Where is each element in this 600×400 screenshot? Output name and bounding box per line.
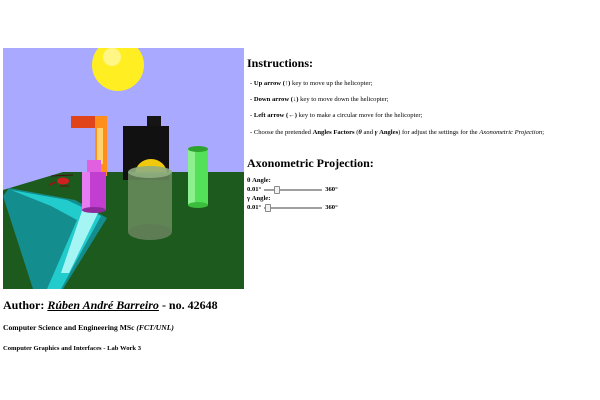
key-name: Left arrow [253, 112, 285, 120]
and-text: and [361, 128, 375, 136]
degree-heading: Computer Science and Engineering MSc (FC… [3, 323, 174, 332]
theta-max-label: 360° [325, 186, 338, 194]
semicolon: ; [542, 128, 545, 136]
key-name: Down arrow [253, 96, 290, 104]
instruction-left: - Left arrow (←) key to make a circular … [250, 112, 597, 120]
institution-text: (FCT/UNL) [136, 323, 174, 332]
theta-angle-label: θ Angle: [247, 176, 271, 184]
key-name: Up arrow [253, 80, 282, 87]
instruction-angles: - Choose the pretended Angles Factors (θ… [250, 129, 597, 137]
student-number: - no. 42648 [158, 298, 218, 312]
gamma-max-label: 360° [325, 204, 338, 212]
gamma-slider-row: 0.01° 360° [247, 203, 597, 213]
theta-min-label: 0.01° [247, 186, 262, 194]
theta-slider-row: 0.01° 360° [247, 185, 597, 195]
instructions-list: - Up arrow (↑) key to move up the helico… [247, 80, 597, 137]
arrow-left-icon: (←) [285, 112, 297, 120]
slider-thumb[interactable] [265, 203, 272, 212]
course-heading: Computer Graphics and Interfaces - Lab W… [3, 345, 142, 352]
instruction-up: - Up arrow (↑) key to move up the helico… [250, 80, 597, 88]
instructions-title: Instructions: [247, 56, 314, 70]
instruction-text: key to move up the helicopter; [290, 80, 373, 87]
axonometric-projection-label: Axonometric Projection [479, 128, 543, 136]
gamma-angle-slider[interactable] [264, 203, 323, 213]
transparent-cylinder [128, 166, 172, 240]
instruction-text: ) for adjust the settings for the [398, 128, 480, 136]
scene-canvas[interactable] [3, 48, 244, 289]
slider-track [264, 206, 323, 209]
green-cylinder [188, 146, 208, 208]
author-prefix: Author: [3, 298, 48, 312]
gamma-angle-label: γ Angle: [247, 194, 271, 202]
controls-panel: Instructions: - Up arrow (↑) key to move… [247, 56, 597, 213]
instruction-text: key to make a circular move for the heli… [296, 112, 423, 120]
angles-factors-label: Angles Factors [312, 128, 355, 136]
instruction-down: - Down arrow (↓) key to move down the he… [250, 96, 597, 104]
instruction-text: - Choose the pretended [250, 128, 313, 136]
angles-label: Angles [377, 128, 399, 136]
theta-angle-slider[interactable] [264, 185, 323, 195]
gamma-min-label: 0.01° [247, 204, 262, 212]
slider-track [264, 188, 323, 191]
author-link[interactable]: Rúben André Barreiro [47, 298, 159, 312]
author-heading: Author: Rúben André Barreiro - no. 42648 [3, 298, 218, 313]
instruction-text: key to move down the helicopter; [298, 96, 389, 104]
axonometric-title: Axonometric Projection: [247, 155, 374, 170]
slider-thumb[interactable] [274, 185, 281, 194]
degree-text: Computer Science and Engineering MSc [3, 323, 137, 332]
